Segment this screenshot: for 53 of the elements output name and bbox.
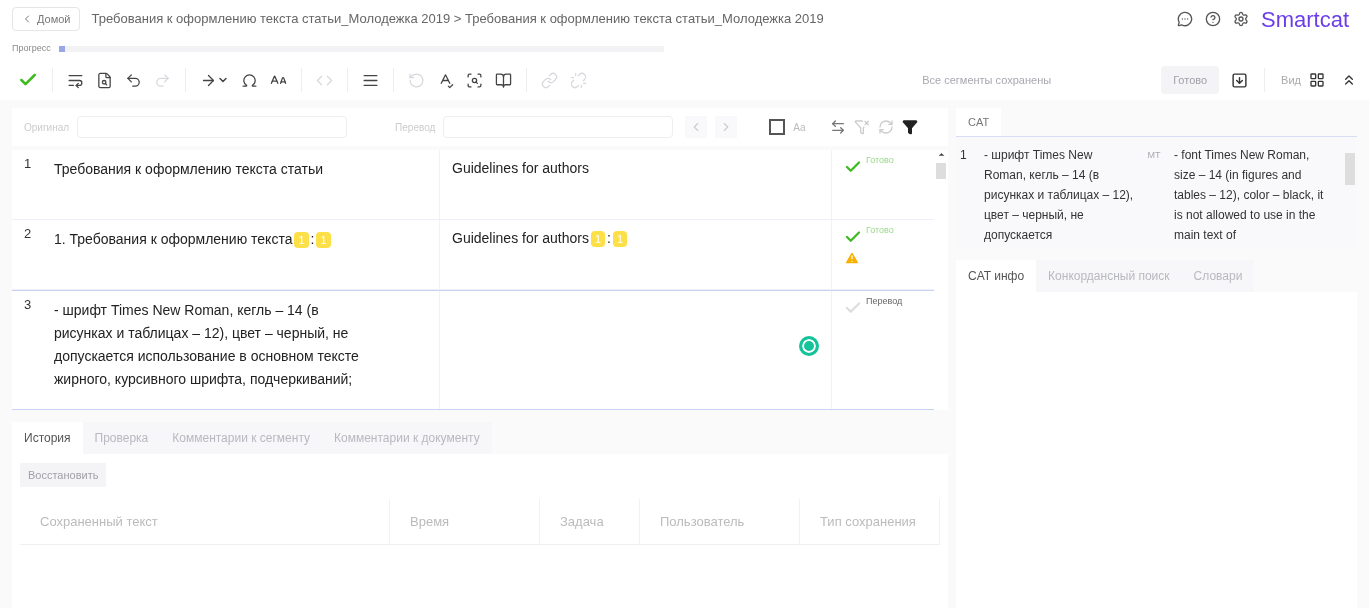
download-icon[interactable] bbox=[1231, 71, 1249, 89]
match-target: - font Times New Roman, size – 14 (in figures and tables – 12), color – black, it is not allowed to use in the main text of bbox=[1174, 147, 1325, 244]
logo: Smartcat bbox=[1260, 5, 1349, 34]
view-label: Вид bbox=[1281, 72, 1301, 88]
segment-number: 2 bbox=[23, 225, 33, 243]
breadcrumb: Требования к оформлению текста статьи_Молодежка 2019 > Требования к оформлению текста статьи_Молодежка 2019 bbox=[91, 10, 824, 29]
segment-text: Guidelines for authors bbox=[452, 230, 589, 246]
column-header: Пользователь bbox=[660, 513, 745, 531]
restore-button[interactable]: Восстановить bbox=[20, 463, 107, 488]
segment-text: : bbox=[310, 231, 315, 247]
status-label: Готово bbox=[866, 154, 894, 167]
status-label: Перевод bbox=[866, 295, 903, 308]
match-case-checkbox[interactable] bbox=[769, 119, 786, 135]
tab[interactable]: CAT инфо bbox=[956, 260, 1037, 292]
tag-marker: 1 bbox=[613, 231, 628, 248]
segment-number: 1 bbox=[23, 155, 33, 173]
segment-text: 1. Требования к оформлению текста bbox=[54, 231, 293, 247]
tag-marker: 1 bbox=[294, 232, 309, 249]
segment-text: - шрифт Times New Roman, кегль – 14 (в рисунках и таблицах – 12), цвет – черный, не допускается использование в основном тексте жирного, курсивного шрифта, подчеркиваний; bbox=[54, 302, 359, 387]
segment-row[interactable]: 2 1. Требования к оформлению текста 1 : 1 Guidelines for authors 1 : 1 Готово bbox=[12, 220, 934, 290]
column-header: Время bbox=[410, 513, 450, 531]
done-button[interactable]: Готово bbox=[1161, 66, 1220, 94]
column-header: Тип сохранения bbox=[820, 513, 916, 531]
match-number: 1 bbox=[959, 147, 968, 164]
match-type: MT bbox=[1146, 149, 1162, 162]
status-label: Готово bbox=[866, 224, 894, 237]
chat-icon[interactable] bbox=[1176, 11, 1193, 27]
column-header: Сохраненный текст bbox=[40, 513, 158, 531]
segment-row[interactable]: 3 - шрифт Times New Roman, кегль – 14 (в рисунках и таблицах – 12), цвет – черный, не допускается использование в основном тексте жирного, курсивного шрифта, подчеркиваний; Перевод bbox=[12, 290, 934, 410]
settings-icon[interactable] bbox=[1232, 11, 1249, 27]
layout-icon[interactable] bbox=[1309, 72, 1325, 88]
segment-row[interactable]: 1 Требования к оформлению текста статьи Guidelines for authors Готово bbox=[12, 150, 934, 220]
home-button[interactable]: Домой bbox=[12, 7, 80, 31]
scroll-up-icon[interactable] bbox=[936, 150, 946, 159]
help-icon[interactable] bbox=[1204, 11, 1221, 27]
scroll-thumb[interactable] bbox=[1345, 153, 1355, 185]
match-case-label: Aa bbox=[793, 120, 806, 135]
tag-marker: 1 bbox=[590, 231, 606, 248]
replace-icon[interactable] bbox=[829, 119, 846, 135]
save-status: Все сегменты сохранены bbox=[922, 72, 1052, 88]
segment-number: 3 bbox=[23, 296, 33, 314]
scroll-thumb[interactable] bbox=[936, 163, 946, 179]
cat-tab[interactable]: CAT bbox=[956, 108, 1002, 136]
grammar-check-icon[interactable] bbox=[799, 336, 819, 356]
segment-text: : bbox=[607, 230, 611, 246]
column-header: Задача bbox=[560, 513, 604, 531]
segment-text: Требования к оформлению текста статьи bbox=[54, 161, 323, 177]
segment-text: Guidelines for authors bbox=[452, 160, 589, 176]
progress-label: Прогресс bbox=[12, 42, 51, 56]
filter-icon[interactable] bbox=[901, 119, 918, 135]
tag-marker: 1 bbox=[316, 232, 331, 249]
match-source: - шрифт Times New Roman, кегль – 14 (в рисунках и таблицах – 12), цвет – черный, не допускается bbox=[984, 147, 1134, 244]
tab[interactable]: История bbox=[12, 422, 83, 454]
